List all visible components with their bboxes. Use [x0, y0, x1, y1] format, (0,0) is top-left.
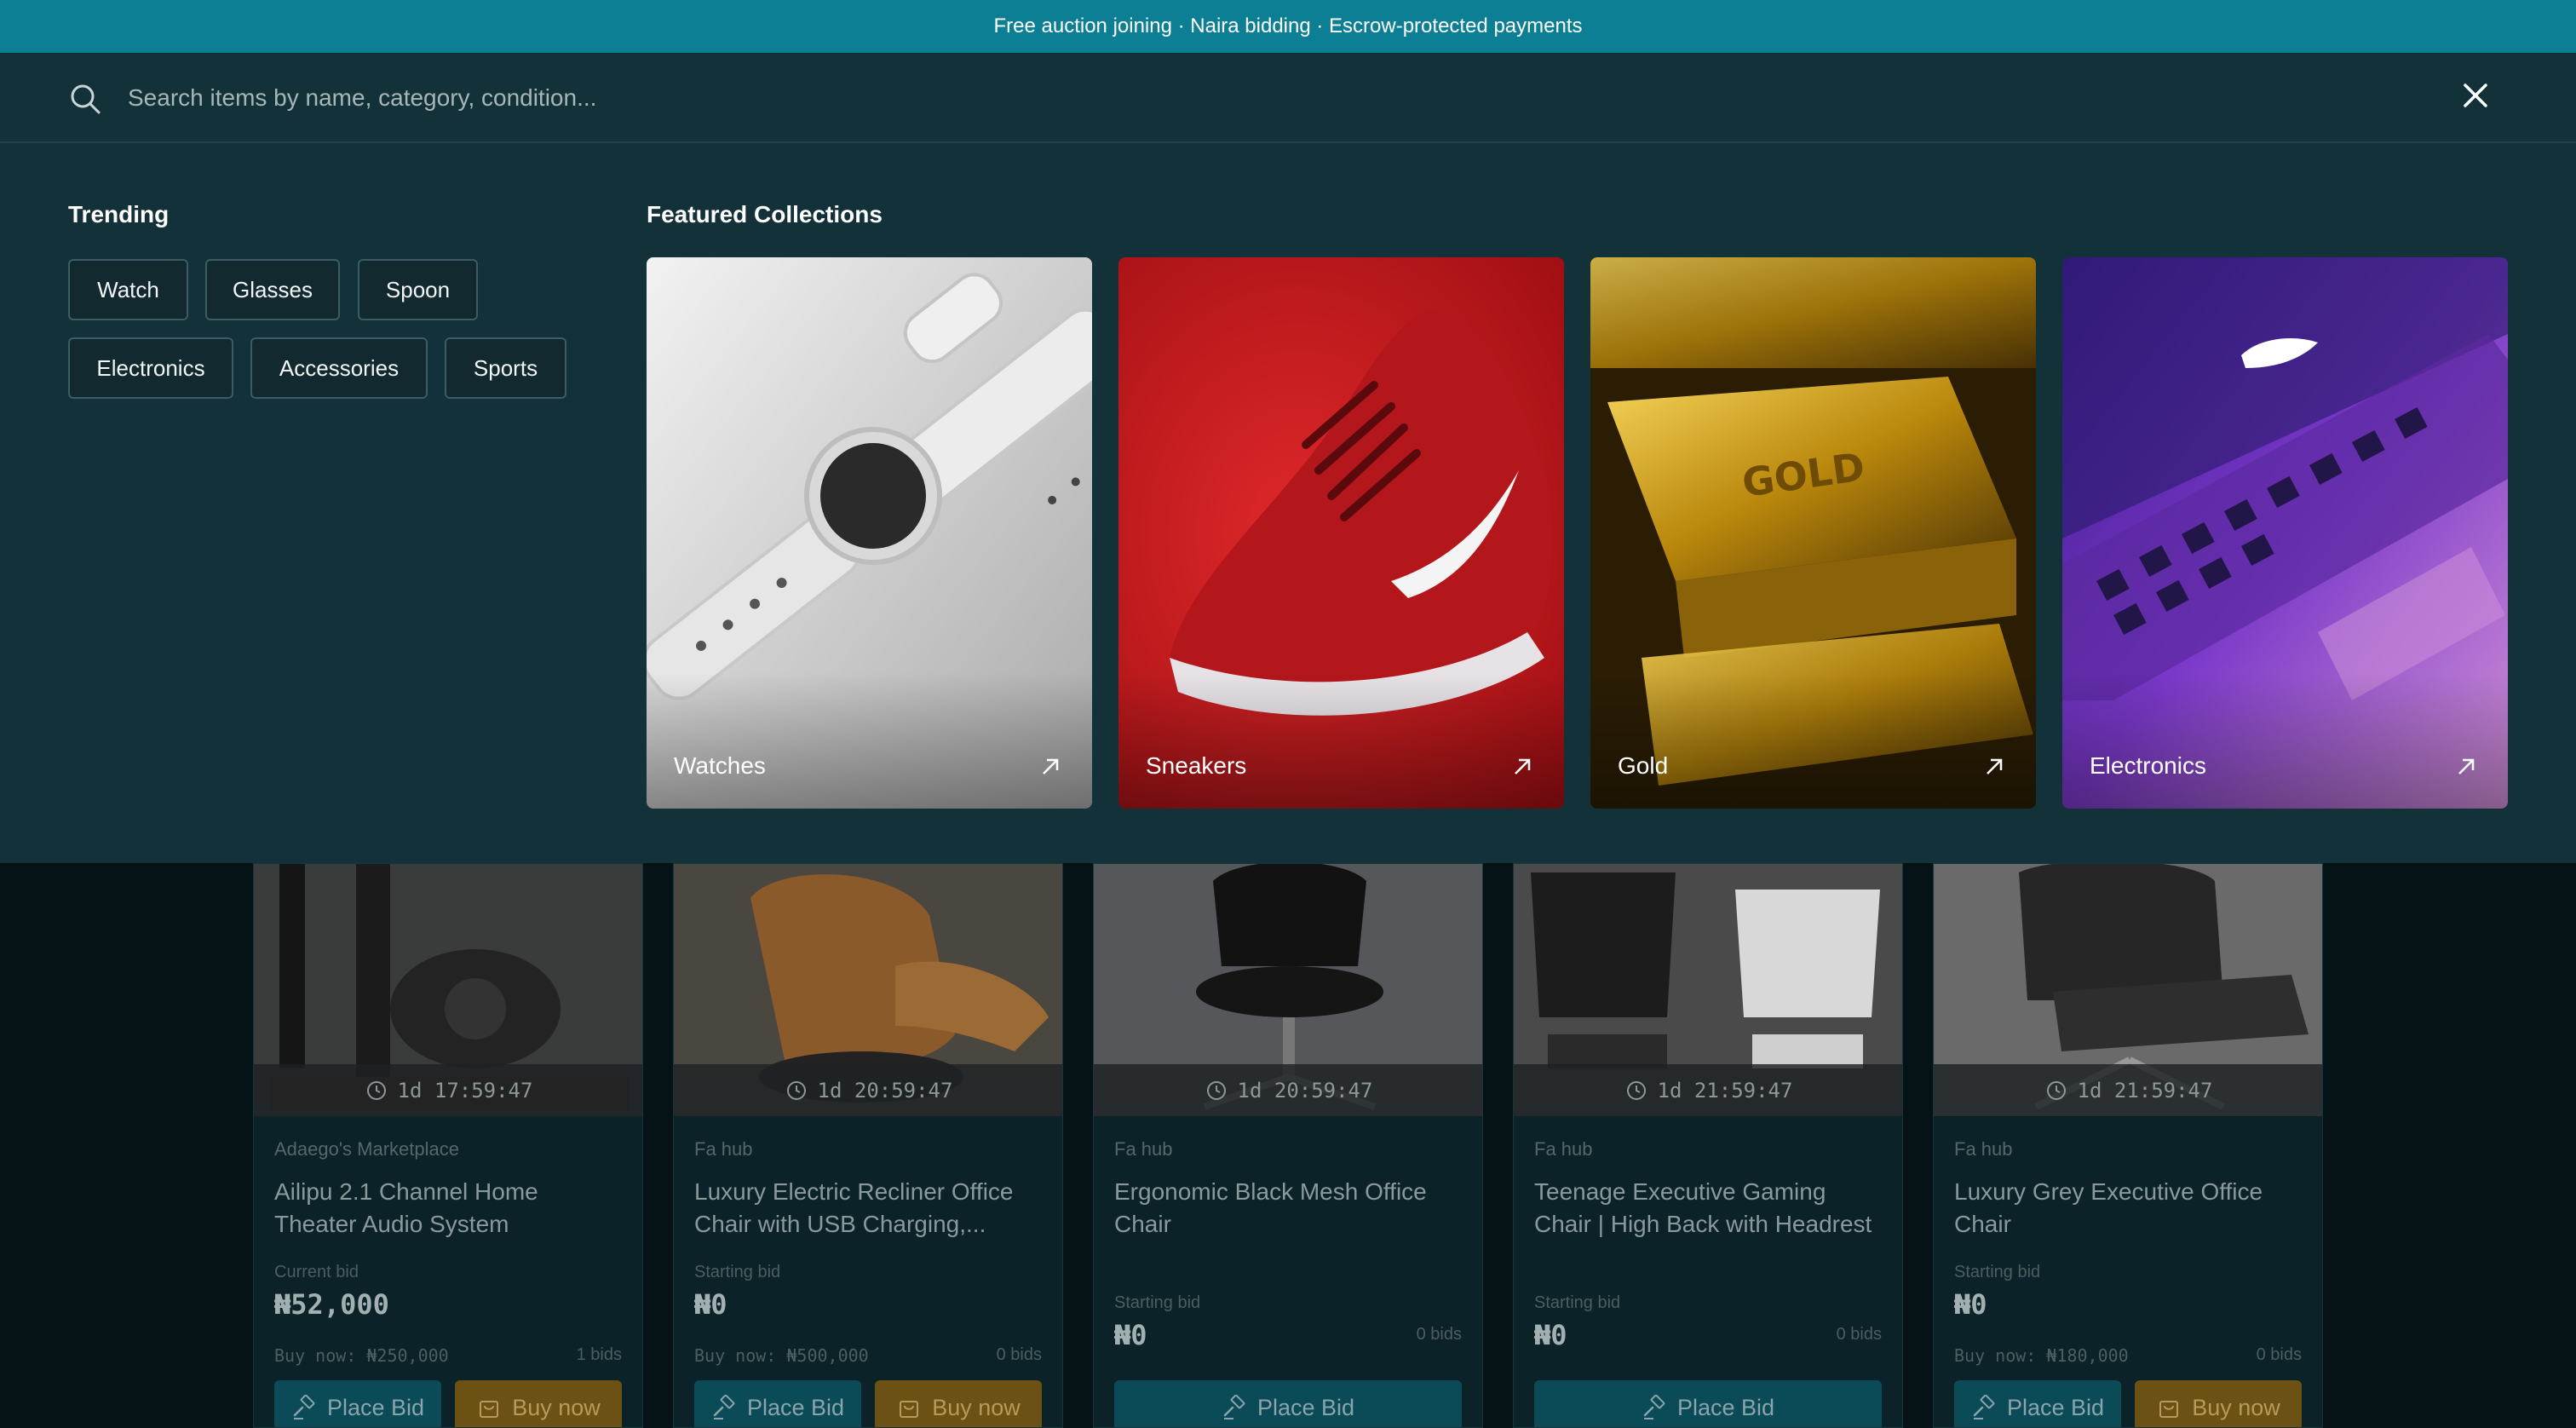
arrow-up-right-icon [1043, 758, 1059, 774]
bid-label: Current bid [274, 1263, 359, 1281]
countdown-text: 1d 21:59:47 [2077, 1078, 2213, 1103]
place-bid-label: Place Bid [326, 1394, 425, 1420]
collection-card-sneakers[interactable]: Sneakers [1118, 257, 1564, 809]
search-bar [0, 53, 2576, 143]
listing-title[interactable]: Teenage Executive Gaming Chair | High Ba… [1534, 1176, 1883, 1241]
trending-chip-spoon[interactable]: Spoon [358, 259, 478, 320]
countdown-timer: 1d 20:59:47 [674, 1064, 1062, 1116]
clock-icon [1206, 1080, 1226, 1100]
bid-count: 0 bids [1416, 1325, 1462, 1344]
countdown-text: 1d 17:59:47 [397, 1078, 533, 1103]
bid-count: 0 bids [2256, 1345, 2302, 1364]
countdown-text: 1d 20:59:47 [817, 1078, 953, 1103]
bid-amount: ₦0 [694, 1288, 727, 1321]
buy-now-price: Buy now: ₦500,000 [694, 1345, 869, 1366]
seller-name[interactable]: Fa hub [1114, 1138, 1173, 1160]
bid-label: Starting bid [1114, 1293, 1201, 1312]
listing-card[interactable]: 1d 20:59:47 Fa hub Luxury Electric Recli… [673, 863, 1063, 1428]
place-bid-button[interactable]: Place Bid [274, 1380, 441, 1427]
buy-now-label: Buy now [2192, 1394, 2280, 1420]
arrow-up-right-icon [1987, 758, 2003, 774]
listing-card[interactable]: 1d 21:59:47 Fa hub Teenage Executive Gam… [1513, 863, 1903, 1428]
place-bid-label: Place Bid [746, 1394, 845, 1420]
listing-title[interactable]: Ergonomic Black Mesh Office Chair [1114, 1176, 1463, 1241]
bid-label: Starting bid [1954, 1263, 2041, 1281]
gavel-icon [1643, 1395, 1665, 1419]
auction-listing-grid: 1d 17:59:47 Adaego's Marketplace Ailipu … [0, 863, 2576, 1428]
countdown-text: 1d 20:59:47 [1237, 1078, 1373, 1103]
bid-label: Starting bid [694, 1263, 781, 1281]
buy-now-label: Buy now [512, 1394, 601, 1420]
gavel-icon [1973, 1395, 1995, 1419]
countdown-timer: 1d 21:59:47 [1934, 1064, 2322, 1116]
clock-icon [2046, 1080, 2066, 1100]
bid-label: Starting bid [1534, 1293, 1621, 1312]
bid-count: 0 bids [1836, 1325, 1882, 1344]
buy-now-button[interactable]: Buy now [455, 1380, 622, 1427]
collection-label-watches: Watches [674, 752, 766, 779]
bid-count: 0 bids [996, 1345, 1042, 1364]
search-icon [71, 84, 101, 114]
listing-card[interactable]: 1d 21:59:47 Fa hub Luxury Grey Executive… [1933, 863, 2323, 1428]
collection-label-electronics: Electronics [2090, 752, 2206, 779]
bid-count: 1 bids [576, 1345, 622, 1364]
gavel-icon [713, 1395, 735, 1419]
place-bid-button[interactable]: Place Bid [1534, 1380, 1882, 1427]
place-bid-label: Place Bid [2006, 1394, 2105, 1420]
gavel-icon [293, 1395, 315, 1419]
seller-name[interactable]: Adaego's Marketplace [274, 1138, 459, 1160]
countdown-timer: 1d 17:59:47 [254, 1064, 642, 1116]
listing-card[interactable]: 1d 17:59:47 Adaego's Marketplace Ailipu … [253, 863, 643, 1428]
trending-title: Trending [68, 201, 170, 227]
trending-chip-watch[interactable]: Watch [68, 259, 188, 320]
buy-now-price: Buy now: ₦180,000 [1954, 1345, 2129, 1366]
trending-chip-electronics[interactable]: Electronics [68, 337, 233, 399]
close-icon[interactable] [2458, 78, 2493, 112]
listing-title[interactable]: Luxury Grey Executive Office Chair [1954, 1176, 2303, 1241]
clock-icon [786, 1080, 806, 1100]
collection-card-watches[interactable]: Watches [647, 257, 1092, 809]
clock-icon [1626, 1080, 1646, 1100]
seller-name[interactable]: Fa hub [1954, 1138, 2013, 1160]
listing-card[interactable]: 1d 20:59:47 Fa hub Ergonomic Black Mesh … [1093, 863, 1483, 1428]
trending-chip-accessories[interactable]: Accessories [250, 337, 428, 399]
place-bid-button[interactable]: Place Bid [1954, 1380, 2121, 1427]
listing-title[interactable]: Ailipu 2.1 Channel Home Theater Audio Sy… [274, 1176, 624, 1241]
bid-amount: ₦0 [1954, 1288, 1987, 1321]
search-input[interactable] [128, 73, 2428, 123]
shopping-bag-icon [2159, 1401, 2179, 1418]
seller-name[interactable]: Fa hub [1534, 1138, 1593, 1160]
arrow-up-right-icon [2458, 758, 2475, 774]
collection-label-sneakers: Sneakers [1146, 752, 1247, 779]
buy-now-price: Buy now: ₦250,000 [274, 1345, 449, 1366]
place-bid-label: Place Bid [1676, 1394, 1775, 1420]
seller-name[interactable]: Fa hub [694, 1138, 753, 1160]
shopping-bag-icon [480, 1401, 499, 1418]
place-bid-button[interactable]: Place Bid [1114, 1380, 1462, 1427]
buy-now-button[interactable]: Buy now [2135, 1380, 2302, 1427]
promo-banner-text: Free auction joining · Naira bidding · E… [993, 14, 1583, 37]
buy-now-label: Buy now [932, 1394, 1021, 1420]
place-bid-label: Place Bid [1256, 1394, 1355, 1420]
trending-chip-sports[interactable]: Sports [445, 337, 566, 399]
featured-collections-title: Featured Collections [647, 201, 883, 227]
collection-card-gold[interactable]: GOLD Gold [1590, 257, 2036, 809]
countdown-text: 1d 21:59:47 [1657, 1078, 1793, 1103]
promo-banner: Free auction joining · Naira bidding · E… [0, 0, 2576, 53]
place-bid-button[interactable]: Place Bid [694, 1380, 861, 1427]
shopping-bag-icon [900, 1401, 919, 1418]
bid-amount: ₦0 [1534, 1319, 1567, 1351]
countdown-timer: 1d 21:59:47 [1514, 1064, 1902, 1116]
collection-card-electronics[interactable]: Electronics [2062, 257, 2508, 809]
collection-label-gold: Gold [1618, 752, 1669, 779]
listing-title[interactable]: Luxury Electric Recliner Office Chair wi… [694, 1176, 1044, 1241]
trending-chip-glasses[interactable]: Glasses [205, 259, 340, 320]
arrow-up-right-icon [1515, 758, 1531, 774]
bid-amount: ₦52,000 [274, 1288, 389, 1321]
bid-amount: ₦0 [1114, 1319, 1147, 1351]
buy-now-button[interactable]: Buy now [875, 1380, 1042, 1427]
clock-icon [366, 1080, 386, 1100]
gavel-icon [1223, 1395, 1245, 1419]
countdown-timer: 1d 20:59:47 [1094, 1064, 1482, 1116]
